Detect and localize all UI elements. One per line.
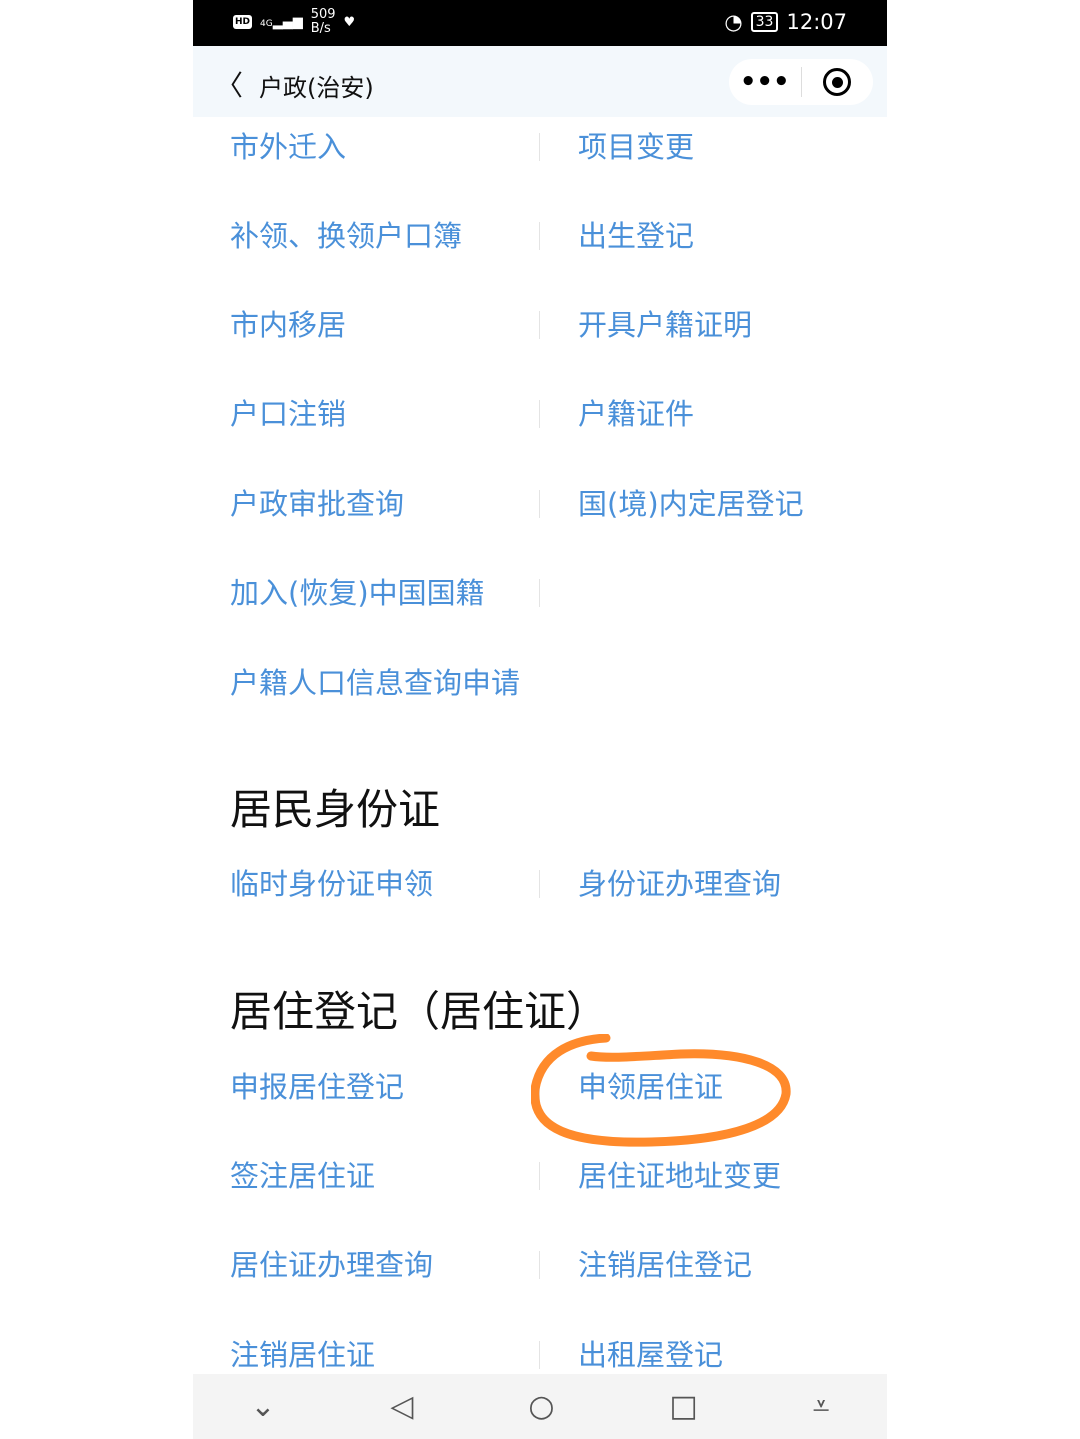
section-heading: 居民身份证 <box>230 785 441 834</box>
hd-icon: HD <box>233 15 253 29</box>
column-divider <box>539 1073 540 1101</box>
service-link[interactable]: 户口注销 <box>230 396 346 432</box>
service-link[interactable]: 项目变更 <box>578 129 694 165</box>
net-speed: 509 <box>310 7 336 22</box>
column-divider <box>539 1162 540 1190</box>
service-link[interactable]: 国(境)内定居登记 <box>578 486 804 522</box>
service-link[interactable]: 户籍人口信息查询申请 <box>230 665 520 701</box>
signal-icon: 4G▂▄▆ <box>260 14 303 30</box>
column-divider <box>539 1251 540 1279</box>
service-link[interactable]: 加入(恢复)中国国籍 <box>230 575 485 611</box>
clock: 12:07 <box>786 10 847 34</box>
column-divider <box>539 1341 540 1369</box>
service-link[interactable]: 临时身份证申领 <box>230 866 433 902</box>
section-heading: 居住登记（居住证） <box>230 987 609 1036</box>
service-link[interactable]: 签注居住证 <box>230 1158 375 1194</box>
service-link[interactable]: 市内移居 <box>230 307 346 343</box>
pull-down-icon[interactable]: ⩡ <box>813 1389 830 1424</box>
back-icon[interactable]: 〈 <box>215 64 243 104</box>
column-divider <box>539 133 540 161</box>
chevron-down-icon[interactable]: ⌄ <box>250 1389 275 1424</box>
close-miniprogram-button[interactable] <box>802 68 874 96</box>
service-link[interactable]: 申领居住证 <box>578 1069 723 1105</box>
service-link[interactable]: 户政审批查询 <box>230 486 404 522</box>
net-speed-unit: B/s <box>310 21 331 36</box>
speed-icon: ◔ <box>724 10 743 34</box>
service-link[interactable]: 出生登记 <box>578 218 694 254</box>
service-link[interactable]: 居住证地址变更 <box>578 1158 781 1194</box>
column-divider <box>539 311 540 339</box>
page-title: 户政(治安) <box>259 74 374 102</box>
capsule-menu: ••• <box>729 59 873 105</box>
more-icon[interactable]: ••• <box>729 62 801 102</box>
status-bar: HD 4G▂▄▆ 509 B/s ♥ ◔ 33 12:07 <box>193 0 887 46</box>
column-divider <box>539 490 540 518</box>
column-divider <box>539 579 540 607</box>
heart-icon: ♥ <box>343 14 356 30</box>
service-link[interactable]: 户籍证件 <box>578 396 694 432</box>
column-divider <box>539 400 540 428</box>
column-divider <box>539 222 540 250</box>
column-divider <box>539 870 540 898</box>
back-triangle-icon[interactable]: ◁ <box>390 1389 413 1424</box>
target-icon <box>823 68 852 96</box>
service-link[interactable]: 市外迁入 <box>230 129 346 165</box>
recents-icon[interactable]: □ <box>669 1389 697 1424</box>
service-link[interactable]: 身份证办理查询 <box>578 866 781 902</box>
service-link[interactable]: 申报居住登记 <box>230 1069 404 1105</box>
service-link[interactable]: 注销居住证 <box>230 1337 375 1373</box>
home-icon[interactable]: ○ <box>528 1389 554 1424</box>
service-link[interactable]: 注销居住登记 <box>578 1247 752 1283</box>
battery-icon: 33 <box>750 12 779 32</box>
nav-bar: 〈 户政(治安) ••• <box>193 46 887 117</box>
phone-screen: HD 4G▂▄▆ 509 B/s ♥ ◔ 33 12:07 〈 户政(治安) ••… <box>193 0 887 1439</box>
system-nav-bar: ⌄ ◁ ○ □ ⩡ <box>193 1374 887 1439</box>
service-link[interactable]: 补领、换领户口簿 <box>230 218 462 254</box>
service-link[interactable]: 居住证办理查询 <box>230 1247 433 1283</box>
service-link[interactable]: 出租屋登记 <box>578 1337 723 1373</box>
service-link[interactable]: 开具户籍证明 <box>578 307 752 343</box>
